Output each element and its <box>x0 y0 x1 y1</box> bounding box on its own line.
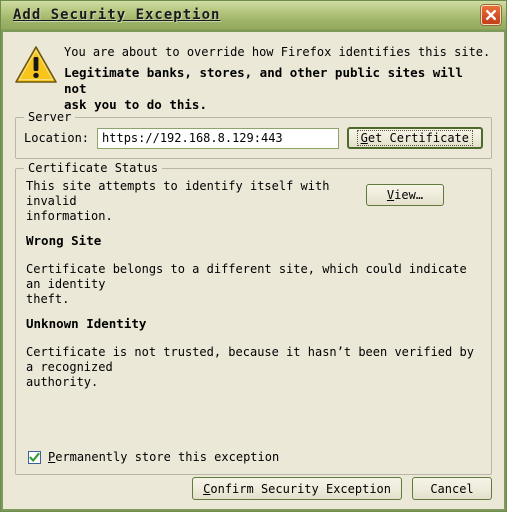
confirm-button-rest: onfirm Security Exception <box>210 481 391 496</box>
certificate-intro-line-1: This site attempts to identify itself wi… <box>26 179 330 208</box>
view-button-label: View… <box>387 189 423 201</box>
issue-body-wrong-site: Certificate belongs to a different site,… <box>26 262 481 307</box>
warning-text: You are about to override how Firefox id… <box>64 40 492 113</box>
permanently-store-row[interactable]: Permanently store this exception <box>28 450 279 464</box>
get-certificate-button[interactable]: Get Certificate <box>346 127 483 149</box>
certificate-status-groupbox: Certificate Status This site attempts to… <box>15 161 492 475</box>
issue-body-wrong-site-line-2: theft. <box>26 292 70 306</box>
warning-line-1: You are about to override how Firefox id… <box>64 45 491 59</box>
warning-line-2a: Legitimate banks, stores, and other publ… <box>64 65 463 96</box>
permanently-store-label: Permanently store this exception <box>48 450 279 464</box>
checkmark-icon <box>29 452 40 462</box>
cancel-button[interactable]: Cancel <box>412 477 492 500</box>
certificate-status-group-label: Certificate Status <box>24 161 163 175</box>
certificate-intro-text: This site attempts to identify itself wi… <box>26 178 356 224</box>
location-label: Location: <box>24 131 90 145</box>
issue-heading-wrong-site: Wrong Site <box>26 233 102 248</box>
certificate-intro-line-2: information. <box>26 209 113 223</box>
close-button[interactable] <box>481 5 501 25</box>
dialog-footer: Confirm Security Exception Cancel <box>192 477 492 500</box>
server-group-label: Server <box>24 110 76 124</box>
permanently-store-rest: ermanently store this exception <box>55 450 280 464</box>
issue-body-unknown-identity: Certificate is not trusted, because it h… <box>26 345 481 390</box>
cancel-button-label: Cancel <box>430 481 474 496</box>
issue-heading-unknown-identity: Unknown Identity <box>26 316 147 331</box>
close-icon <box>486 10 496 20</box>
confirm-security-exception-button[interactable]: Confirm Security Exception <box>192 477 402 500</box>
get-certificate-rest: et Certificate <box>367 131 469 145</box>
warning-triangle-icon <box>15 46 57 83</box>
view-button-rest: iew… <box>394 188 424 202</box>
location-input[interactable] <box>97 127 339 149</box>
title-bar[interactable]: Add Security Exception <box>1 1 506 30</box>
get-certificate-accesskey: G <box>360 131 368 145</box>
warning-banner: You are about to override how Firefox id… <box>3 32 504 117</box>
server-groupbox: Server Location: Get Certificate <box>15 110 492 159</box>
certificate-intro-row: This site attempts to identify itself wi… <box>26 178 481 224</box>
issue-body-unknown-identity-line-2: authority. <box>26 375 99 389</box>
confirm-button-label: Confirm Security Exception <box>203 483 391 495</box>
permanently-store-checkbox[interactable] <box>28 450 41 464</box>
issue-body-wrong-site-line-1: Certificate belongs to a different site,… <box>26 262 467 291</box>
get-certificate-label: Get Certificate <box>356 130 473 146</box>
issue-body-unknown-identity-line-1: Certificate is not trusted, because it h… <box>26 345 474 374</box>
dialog-content: You are about to override how Firefox id… <box>3 32 504 509</box>
warning-line-2b: ask you to do this. <box>64 97 207 112</box>
location-row: Location: Get Certificate <box>24 127 483 149</box>
view-certificate-button[interactable]: View… <box>366 184 444 206</box>
dialog-window: Add Security Exception You are about to … <box>0 0 507 512</box>
window-title: Add Security Exception <box>13 7 221 23</box>
